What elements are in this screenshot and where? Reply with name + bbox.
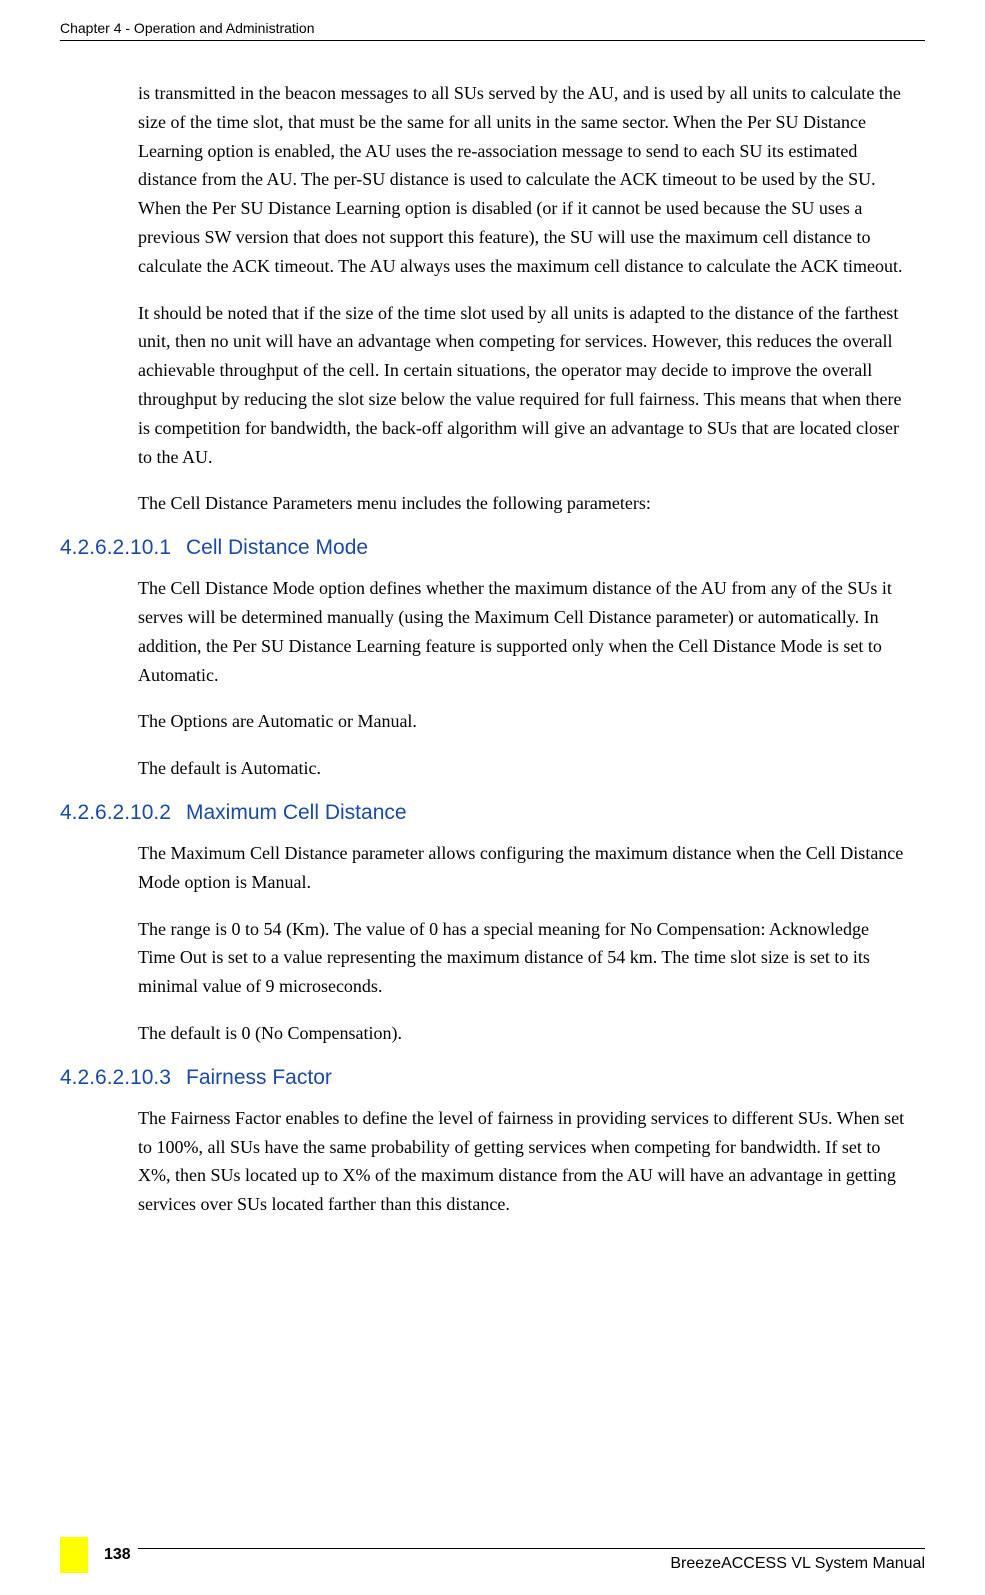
page-header: Chapter 4 - Operation and Administration [60, 20, 925, 41]
section-number: 4.2.6.2.10.2 [60, 801, 186, 825]
page-number-area: 138 [60, 1537, 131, 1573]
section-heading-maximum-cell-distance: 4.2.6.2.10.2 Maximum Cell Distance [60, 801, 905, 825]
page-marker-icon [60, 1537, 88, 1573]
page-number: 138 [104, 1546, 131, 1564]
manual-title: BreezeACCESS VL System Manual [60, 1549, 925, 1573]
section-number: 4.2.6.2.10.3 [60, 1066, 186, 1090]
body-paragraph: The Cell Distance Parameters menu includ… [138, 489, 905, 518]
section-heading-cell-distance-mode: 4.2.6.2.10.1 Cell Distance Mode [60, 536, 905, 560]
section-title: Maximum Cell Distance [186, 801, 407, 825]
body-paragraph: The default is 0 (No Compensation). [138, 1019, 905, 1048]
section-heading-fairness-factor: 4.2.6.2.10.3 Fairness Factor [60, 1066, 905, 1090]
section-title: Cell Distance Mode [186, 536, 368, 560]
section-number: 4.2.6.2.10.1 [60, 536, 186, 560]
body-paragraph: The Options are Automatic or Manual. [138, 707, 905, 736]
body-paragraph: It should be noted that if the size of t… [138, 299, 905, 472]
body-paragraph: The default is Automatic. [138, 754, 905, 783]
page-footer: BreezeACCESS VL System Manual [60, 1548, 925, 1573]
document-page: Chapter 4 - Operation and Administration… [0, 0, 985, 1257]
body-paragraph: The Maximum Cell Distance parameter allo… [138, 839, 905, 897]
chapter-title: Chapter 4 - Operation and Administration [60, 20, 314, 36]
main-content: is transmitted in the beacon messages to… [60, 79, 925, 1219]
body-paragraph: The range is 0 to 54 (Km). The value of … [138, 915, 905, 1001]
section-title: Fairness Factor [186, 1066, 332, 1090]
body-paragraph: The Cell Distance Mode option defines wh… [138, 574, 905, 689]
body-paragraph: is transmitted in the beacon messages to… [138, 79, 905, 281]
body-paragraph: The Fairness Factor enables to define th… [138, 1104, 905, 1219]
